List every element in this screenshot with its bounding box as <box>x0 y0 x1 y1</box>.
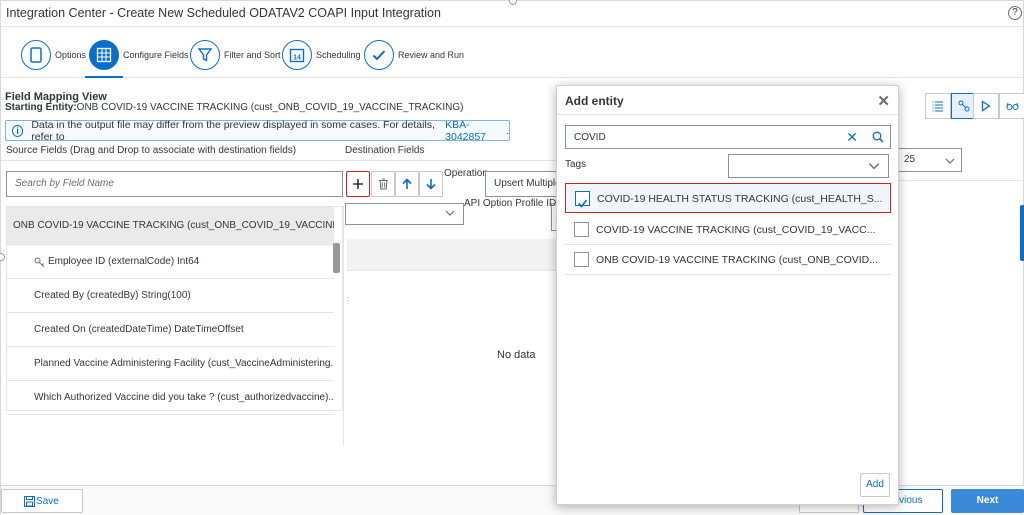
add-button[interactable]: Add <box>860 473 890 497</box>
calendar-icon: 14 <box>282 40 312 70</box>
move-up-button[interactable] <box>395 171 419 197</box>
add-field-button[interactable] <box>346 171 370 197</box>
integration-center-window: Integration Center - Create New Schedule… <box>0 0 1024 515</box>
pane-splitter[interactable] <box>343 206 344 446</box>
document-icon <box>21 40 51 70</box>
source-field-list: ONB COVID-19 VACCINE TRACKING (cust_ONB_… <box>6 206 343 415</box>
list-item[interactable]: Planned Vaccine Administering Facility (… <box>7 347 334 381</box>
dialog-header: Add entity ✕ <box>557 86 898 115</box>
info-suffix: . <box>506 124 509 137</box>
entity-label: ONB COVID-19 VACCINE TRACKING (cust_ONB_… <box>596 254 879 266</box>
window-title: Integration Center - Create New Schedule… <box>6 6 441 20</box>
destination-table: No data <box>347 239 557 444</box>
move-down-button[interactable] <box>419 171 443 197</box>
source-entity-header[interactable]: ONB COVID-19 VACCINE TRACKING (cust_ONB_… <box>7 207 334 245</box>
starting-entity-value: ONB COVID-19 VACCINE TRACKING (cust_ONB_… <box>76 102 464 113</box>
filter-icon <box>190 40 220 70</box>
entity-search-input[interactable]: COVID ✕ <box>565 125 891 149</box>
svg-text:14: 14 <box>293 55 301 62</box>
kba-link[interactable]: KBA-3042857 <box>445 119 506 143</box>
page-size-value: 25 <box>904 154 916 165</box>
destination-table-header <box>347 239 557 271</box>
save-label: Save <box>36 495 59 507</box>
list-item[interactable]: Employee ID (externalCode) Int64 <box>7 245 334 279</box>
entity-row-covid-health-status[interactable]: COVID-19 HEALTH STATUS TRACKING (cust_HE… <box>565 183 891 213</box>
api-option-profile-label: API Option Profile ID <box>464 198 557 209</box>
save-button[interactable]: Save <box>1 489 83 513</box>
trash-icon <box>378 178 388 190</box>
glasses-icon <box>1006 102 1018 110</box>
step-options[interactable]: Options <box>21 37 86 73</box>
info-icon: i <box>12 124 24 137</box>
step-review-and-run[interactable]: Review and Run <box>364 37 464 73</box>
table-icon <box>89 40 119 70</box>
close-icon[interactable]: ✕ <box>877 92 890 110</box>
play-icon <box>981 100 991 112</box>
step-configure-fields[interactable]: Configure Fields <box>89 37 189 73</box>
side-panel-toggle[interactable] <box>1020 205 1024 261</box>
list-item-label: Employee ID (externalCode) Int64 <box>48 256 200 267</box>
info-message-strip: i Data in the output file may differ fro… <box>5 118 510 143</box>
arrow-down-icon <box>426 179 436 190</box>
search-value: COVID <box>574 132 606 143</box>
scrollbar-thumb[interactable] <box>333 243 340 273</box>
entity-row-covid-vaccine-tracking[interactable]: COVID-19 VACCINE TRACKING (cust_COVID_19… <box>565 215 891 245</box>
mapping-icon <box>958 100 970 112</box>
resize-handle-left[interactable] <box>0 253 5 261</box>
entity-label: COVID-19 VACCINE TRACKING (cust_COVID_19… <box>596 224 876 236</box>
checkmark-icon <box>577 199 588 208</box>
key-icon <box>34 257 45 268</box>
check-icon <box>364 40 394 70</box>
entity-row-onb-covid-vaccine-tracking[interactable]: ONB COVID-19 VACCINE TRACKING (cust_ONB_… <box>565 245 891 275</box>
divider <box>1 160 556 161</box>
starting-entity: Starting Entity:ONB COVID-19 VACCINE TRA… <box>5 102 463 113</box>
plus-icon <box>353 179 363 189</box>
tags-select[interactable] <box>728 154 889 178</box>
checkbox-checked[interactable] <box>575 191 590 208</box>
list-view-button[interactable] <box>925 93 951 119</box>
source-fields-label: Source Fields (Drag and Drop to associat… <box>6 145 297 156</box>
entity-label: COVID-19 HEALTH STATUS TRACKING (cust_HE… <box>597 193 883 205</box>
info-text: Data in the output file may differ from … <box>31 118 435 143</box>
checkbox[interactable] <box>574 222 589 237</box>
run-preview-button[interactable] <box>973 93 999 119</box>
destination-entity-select[interactable] <box>345 203 464 225</box>
page-size-select[interactable]: 25 <box>897 148 962 172</box>
step-label: Review and Run <box>398 50 465 60</box>
step-label: Options <box>55 50 87 60</box>
step-scheduling[interactable]: 14 Scheduling <box>282 37 361 73</box>
save-icon <box>24 496 35 507</box>
list-item[interactable]: Created On (createdDateTime) DateTimeOff… <box>7 313 334 347</box>
list-icon <box>932 101 943 112</box>
no-data-text: No data <box>497 349 536 361</box>
operation-select[interactable]: Upsert Multiple <box>485 171 565 197</box>
preview-button[interactable] <box>999 93 1024 119</box>
tags-label: Tags <box>565 159 587 170</box>
checkbox[interactable] <box>574 252 589 267</box>
search-icon[interactable] <box>872 131 884 143</box>
list-item[interactable]: Created By (createdBy) String(100) <box>7 279 334 313</box>
clear-icon[interactable]: ✕ <box>846 129 858 146</box>
add-entity-dialog: Add entity ✕ COVID ✕ Tags COVID-19 HEALT… <box>556 85 899 505</box>
active-step-indicator <box>85 76 123 78</box>
chevron-down-icon <box>868 163 880 170</box>
arrow-up-icon <box>402 178 412 189</box>
divider <box>897 180 1024 181</box>
next-button[interactable]: Next <box>951 489 1024 513</box>
help-icon[interactable]: ? <box>1008 6 1022 20</box>
step-filter-and-sort[interactable]: Filter and Sort <box>190 37 281 73</box>
operation-label: Operation <box>444 168 488 179</box>
step-label: Configure Fields <box>123 50 189 60</box>
delete-button[interactable] <box>371 171 395 197</box>
list-item[interactable]: Which Authorized Vaccine did you take ? … <box>7 381 334 415</box>
step-label: Scheduling <box>316 50 361 60</box>
destination-fields-label: Destination Fields <box>345 145 425 156</box>
step-label: Filter and Sort <box>224 50 281 60</box>
starting-entity-label: Starting Entity: <box>5 102 77 113</box>
dialog-title: Add entity <box>565 94 624 108</box>
field-search-input[interactable]: Search by Field Name <box>6 171 343 197</box>
wizard-steps: Options Configure Fields Filter and Sort… <box>1 28 1024 78</box>
chevron-down-icon <box>945 158 955 164</box>
chevron-down-icon <box>445 210 455 216</box>
